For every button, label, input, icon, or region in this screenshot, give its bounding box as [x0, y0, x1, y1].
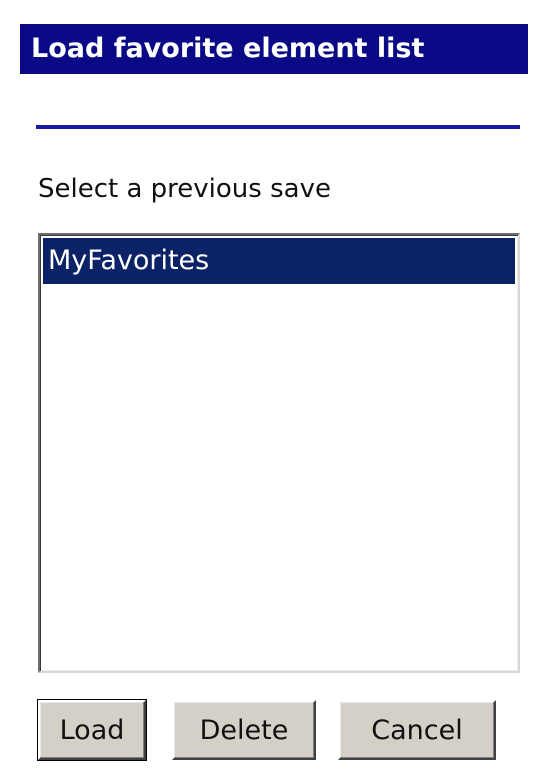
delete-button[interactable]: Delete [172, 700, 316, 760]
load-favorites-dialog: Load favorite element list Select a prev… [20, 24, 528, 764]
dialog-title: Load favorite element list [20, 24, 528, 74]
list-item-myfavorites[interactable]: MyFavorites [43, 238, 515, 284]
saves-listbox[interactable]: MyFavorites [38, 233, 520, 673]
cancel-button[interactable]: Cancel [338, 700, 496, 760]
load-button[interactable]: Load [37, 699, 147, 761]
prompt-label: Select a previous save [38, 174, 331, 204]
divider [36, 125, 520, 129]
